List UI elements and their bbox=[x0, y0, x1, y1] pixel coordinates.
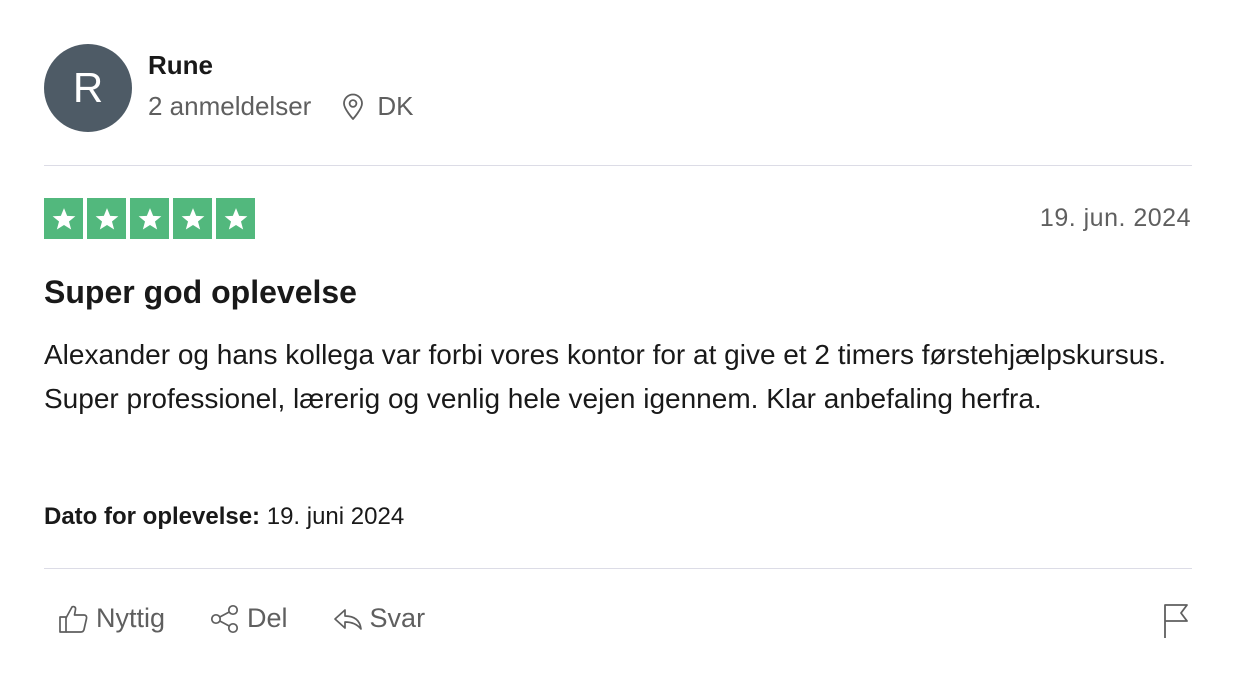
report-button[interactable] bbox=[1162, 603, 1190, 644]
header-divider bbox=[44, 165, 1192, 166]
useful-label: Nyttig bbox=[96, 603, 166, 633]
share-icon bbox=[210, 604, 239, 633]
review-card: R Rune 2 anmeldelser DK 19. jun. 2024 Su… bbox=[0, 0, 1236, 674]
flag-icon bbox=[1164, 604, 1188, 638]
thumbs-up-icon bbox=[59, 605, 88, 633]
reply-button[interactable]: Svar bbox=[332, 603, 426, 634]
location-pin-icon bbox=[343, 93, 364, 120]
avatar-initial: R bbox=[72, 64, 104, 111]
share-label: Del bbox=[247, 603, 288, 633]
reviewer-country: DK bbox=[377, 91, 414, 121]
reviewer-name[interactable]: Rune bbox=[148, 50, 413, 81]
reviewer-meta: 2 anmeldelser DK bbox=[148, 91, 413, 122]
review-date: 19. jun. 2024 bbox=[1039, 204, 1191, 232]
share-button[interactable]: Del bbox=[209, 603, 288, 634]
review-count: 2 anmeldelser bbox=[148, 91, 312, 121]
reply-label: Svar bbox=[369, 603, 426, 633]
review-body: Alexander og hans kollega var forbi vore… bbox=[44, 339, 1167, 414]
experience-date: Dato for oplevelse: 19. juni 2024 bbox=[44, 503, 404, 531]
star-icon bbox=[216, 198, 255, 239]
reply-icon bbox=[333, 608, 362, 630]
reviewer-header: R Rune 2 anmeldelser DK bbox=[44, 44, 413, 132]
star-icon bbox=[130, 198, 169, 239]
footer-divider bbox=[44, 568, 1192, 569]
star-rating bbox=[44, 198, 255, 239]
useful-button[interactable]: Nyttig bbox=[58, 603, 165, 634]
review-title[interactable]: Super god oplevelse bbox=[44, 274, 357, 311]
star-icon bbox=[173, 198, 212, 239]
reviewer-info: Rune 2 anmeldelser DK bbox=[148, 50, 413, 122]
avatar[interactable]: R bbox=[44, 44, 132, 132]
experience-date-value: 19. juni 2024 bbox=[266, 503, 405, 530]
reviewer-location: DK bbox=[341, 91, 413, 122]
review-actions: Nyttig Del Svar bbox=[58, 603, 469, 634]
experience-date-label: Dato for oplevelse: bbox=[44, 503, 261, 530]
star-icon bbox=[44, 198, 83, 239]
star-icon bbox=[87, 198, 126, 239]
